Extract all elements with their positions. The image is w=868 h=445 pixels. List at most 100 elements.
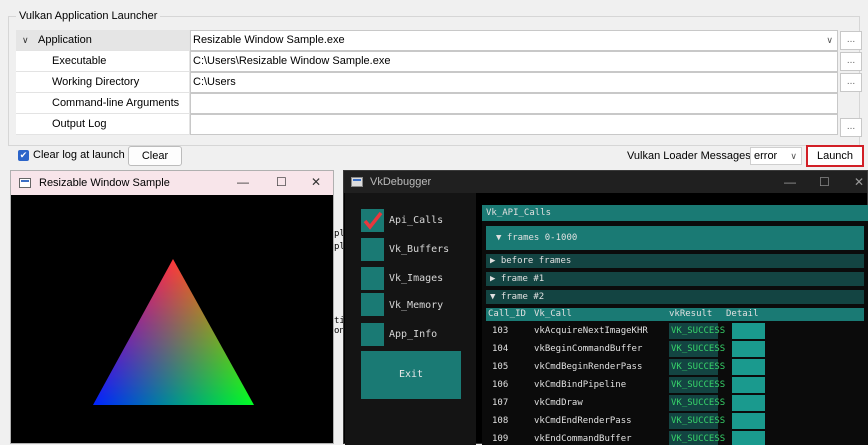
app-window-icon xyxy=(19,178,31,188)
settings-row-executable: Executable C:\Users\Resizable Window Sam… xyxy=(16,51,862,72)
output-log-browse-button[interactable]: ... xyxy=(840,118,862,137)
detail-button[interactable] xyxy=(732,359,765,375)
table-row[interactable]: 108 vkCmdEndRenderPass VK_SUCCESS xyxy=(486,412,864,430)
loader-messages-select[interactable]: error ∨ xyxy=(750,147,802,165)
tree-node-before-frames[interactable]: ▶ before frames xyxy=(486,254,864,268)
application-browse-button[interactable]: ... xyxy=(840,31,862,50)
vk-images-label[interactable]: Vk_Images xyxy=(389,273,443,284)
settings-row-arguments: Command-line Arguments xyxy=(16,93,840,114)
detail-button[interactable] xyxy=(732,431,765,445)
calls-table-header: Call_ID Vk_Call vkResult Detail xyxy=(486,308,864,321)
table-row[interactable]: 107 vkCmdDraw VK_SUCCESS xyxy=(486,394,864,412)
frames-tree-node[interactable]: ▼ frames 0-1000 xyxy=(486,226,864,250)
application-select[interactable]: Resizable Window Sample.exe ∨ xyxy=(190,30,838,51)
column-header: Call_ID xyxy=(488,309,526,319)
vkdebugger-titlebar[interactable]: VkDebugger — ☐ ✕ xyxy=(344,171,867,193)
call-id: 103 xyxy=(492,326,509,336)
api-calls-checkbox[interactable] xyxy=(361,209,384,232)
check-icon xyxy=(363,211,383,230)
column-header: vkResult xyxy=(669,309,713,319)
clear-log-checkbox[interactable]: ✔ xyxy=(18,150,29,161)
app-window-icon xyxy=(351,177,363,187)
call-name: vkCmdDraw xyxy=(534,398,583,408)
call-id: 108 xyxy=(492,416,509,426)
vk-buffers-label[interactable]: Vk_Buffers xyxy=(389,244,449,255)
chevron-down-icon: ∨ xyxy=(790,151,797,161)
table-row[interactable]: 106 vkCmdBindPipeline VK_SUCCESS xyxy=(486,376,864,394)
vk-buffers-checkbox[interactable] xyxy=(361,238,384,261)
maximize-button[interactable]: ☐ xyxy=(819,175,830,189)
column-header: Vk_Call xyxy=(534,309,572,319)
close-button[interactable]: ✕ xyxy=(854,175,864,189)
executable-label: Executable xyxy=(16,51,190,72)
call-id: 105 xyxy=(492,362,509,372)
sample-window-title: Resizable Window Sample xyxy=(39,177,170,189)
working-directory-field[interactable]: C:\Users xyxy=(190,72,838,93)
minimize-button[interactable]: — xyxy=(784,175,796,189)
api-calls-label[interactable]: Api_Calls xyxy=(389,215,443,226)
call-id: 106 xyxy=(492,380,509,390)
api-calls-panel: Vk_API_Calls ▼ frames 0-1000 ▶ before fr… xyxy=(482,205,868,445)
detail-button[interactable] xyxy=(732,341,765,357)
output-log-label: Output Log xyxy=(16,114,190,135)
call-result: VK_SUCCESS xyxy=(669,413,725,429)
call-id: 104 xyxy=(492,344,509,354)
table-row[interactable]: 104 vkBeginCommandBuffer VK_SUCCESS xyxy=(486,340,864,358)
table-row[interactable]: 109 vkEndCommandBuffer VK_SUCCESS xyxy=(486,430,864,445)
table-row[interactable]: 105 vkCmdBeginRenderPass VK_SUCCESS xyxy=(486,358,864,376)
executable-browse-button[interactable]: ... xyxy=(840,52,862,71)
call-name: vkCmdBeginRenderPass xyxy=(534,362,643,372)
minimize-button[interactable]: — xyxy=(237,175,249,189)
call-id: 107 xyxy=(492,398,509,408)
application-label: Application xyxy=(16,30,190,51)
call-result: VK_SUCCESS xyxy=(669,323,725,339)
vkdebugger-title: VkDebugger xyxy=(370,176,432,188)
call-name: vkEndCommandBuffer xyxy=(534,434,632,444)
rendered-triangle xyxy=(93,259,254,405)
call-name: vkBeginCommandBuffer xyxy=(534,344,643,354)
clear-log-label[interactable]: Clear log at launch xyxy=(33,149,125,161)
settings-row-output-log: Output Log ... xyxy=(16,114,862,137)
app-info-label[interactable]: App_Info xyxy=(389,329,437,340)
sample-window-titlebar[interactable]: Resizable Window Sample — ☐ ✕ xyxy=(11,171,333,195)
clear-button[interactable]: Clear xyxy=(128,146,182,166)
check-icon: ✔ xyxy=(19,150,28,160)
call-result: VK_SUCCESS xyxy=(669,341,725,357)
exit-button[interactable]: Exit xyxy=(361,351,461,399)
detail-button[interactable] xyxy=(732,413,765,429)
settings-row-working-directory: Working Directory C:\Users ... xyxy=(16,72,862,93)
vkdebugger-window: VkDebugger — ☐ ✕ Api_Calls Vk_Buffers Vk… xyxy=(343,170,868,445)
launch-button[interactable]: Launch xyxy=(806,145,864,167)
vk-memory-checkbox[interactable] xyxy=(361,293,384,316)
call-result: VK_SUCCESS xyxy=(669,431,725,445)
table-row[interactable]: 103 vkAcquireNextImageKHR VK_SUCCESS xyxy=(486,322,864,340)
detail-button[interactable] xyxy=(732,323,765,339)
panel-title: Vk_API_Calls xyxy=(482,205,868,221)
arguments-label: Command-line Arguments xyxy=(16,93,190,114)
settings-row-application[interactable]: Application ∨ Resizable Window Sample.ex… xyxy=(16,30,862,51)
loader-messages-label: Vulkan Loader Messages: xyxy=(627,150,754,162)
chevron-down-icon[interactable]: ∨ xyxy=(22,30,34,51)
call-name: vkCmdBindPipeline xyxy=(534,380,627,390)
call-result: VK_SUCCESS xyxy=(669,359,725,375)
detail-button[interactable] xyxy=(732,395,765,411)
sample-window: Resizable Window Sample — ☐ ✕ xyxy=(10,170,334,444)
arguments-field[interactable] xyxy=(190,93,838,114)
executable-field[interactable]: C:\Users\Resizable Window Sample.exe xyxy=(190,51,838,72)
vk-memory-label[interactable]: Vk_Memory xyxy=(389,300,443,311)
output-log-field[interactable] xyxy=(190,114,838,135)
tree-node-frame-1[interactable]: ▶ frame #1 xyxy=(486,272,864,286)
close-button[interactable]: ✕ xyxy=(311,175,321,189)
call-result: VK_SUCCESS xyxy=(669,377,725,393)
working-directory-browse-button[interactable]: ... xyxy=(840,73,862,92)
app-info-checkbox[interactable] xyxy=(361,323,384,346)
detail-button[interactable] xyxy=(732,377,765,393)
chevron-down-icon: ∨ xyxy=(826,35,833,45)
maximize-button[interactable]: ☐ xyxy=(276,175,287,189)
tree-node-frame-2[interactable]: ▼ frame #2 xyxy=(486,290,864,304)
working-directory-label: Working Directory xyxy=(16,72,190,93)
column-header: Detail xyxy=(726,309,759,319)
call-name: vkAcquireNextImageKHR xyxy=(534,326,648,336)
launcher-title: Vulkan Application Launcher xyxy=(16,10,161,22)
vk-images-checkbox[interactable] xyxy=(361,267,384,290)
